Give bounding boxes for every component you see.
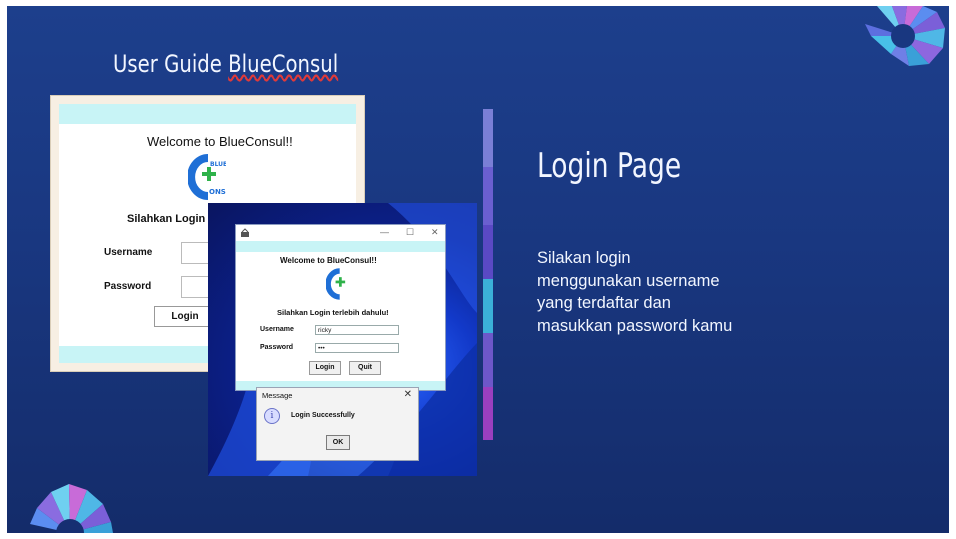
cyan-band-top [236,241,445,252]
password-label: Password [104,281,152,292]
vertical-accent-bar [483,109,493,440]
message-dialog: Message ✕ i Login Successfully OK [256,387,419,461]
java-app-icon [241,228,249,237]
ok-button[interactable]: OK [326,435,350,450]
username-input[interactable]: ricky [315,325,399,335]
decorative-fan-bottom-left [30,484,113,533]
username-label: Username [104,247,153,258]
blueconsul-logo-icon: BLUE ONSUL [188,154,226,200]
welcome-text: Welcome to BlueConsul!! [280,256,377,265]
password-input[interactable]: ••• [315,343,399,353]
slide-title: User Guide BlueConsul [113,50,338,78]
decorative-fan-top-right [865,6,945,66]
close-icon[interactable]: ✕ [431,227,439,238]
slide-title-app: BlueConsul [228,50,339,78]
cyan-band-top [59,104,356,124]
section-heading: Login Page [537,146,682,186]
svg-text:BLUE: BLUE [210,161,226,168]
dialog-close-icon[interactable]: ✕ [404,389,412,400]
minimize-icon[interactable]: — [380,227,389,237]
login-window: — ☐ ✕ Welcome to BlueConsul!! Silahkan L… [235,224,446,391]
maximize-icon[interactable]: ☐ [406,227,414,238]
dialog-message: Login Successfully [291,412,355,419]
welcome-text: Welcome to BlueConsul!! [147,134,293,149]
slide: User Guide BlueConsul Welcome to BlueCon… [7,6,949,533]
login-button[interactable]: Login [154,306,216,327]
section-description: Silakan login menggunakan username yang … [537,249,733,335]
slide-title-prefix: User Guide [113,50,229,78]
login-button[interactable]: Login [309,361,341,375]
svg-text:ONSUL: ONSUL [209,188,226,196]
login-instruction: Silahkan Login terlebih dahulu! [277,308,389,317]
quit-button[interactable]: Quit [349,361,381,375]
info-icon: i [264,408,280,424]
password-label: Password [260,344,294,351]
login-instruction: Silahkan Login te [127,213,219,225]
username-label: Username [260,326,294,333]
dialog-title: Message [262,391,293,400]
blueconsul-logo-icon [326,268,346,300]
